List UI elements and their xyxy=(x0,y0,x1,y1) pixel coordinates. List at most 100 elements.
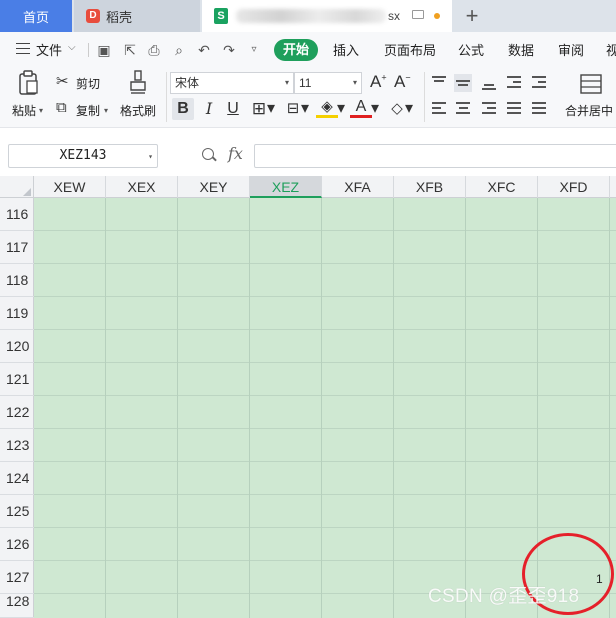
hamburger-menu-icon[interactable] xyxy=(16,43,30,54)
align-bottom-icon[interactable] xyxy=(480,74,498,92)
print-preview-icon[interactable]: ⌕ xyxy=(171,42,187,58)
paste-button[interactable] xyxy=(18,70,40,96)
insert-function-icon[interactable]: fx xyxy=(228,144,243,163)
font-name-select[interactable]: 宋体 ▾ xyxy=(170,72,294,94)
menu-bar: 文件 ⌵ ▣ ⇱ ⎙ ⌕ ↶ ↷ ▿ 开始 插入 页面布局 公式 数据 审阅 视 xyxy=(0,32,616,66)
tab-docer[interactable]: D 稻壳 xyxy=(74,0,200,32)
cell-style-dropdown-icon[interactable]: ▾ xyxy=(300,98,310,120)
row-header-125[interactable]: 125 xyxy=(0,495,34,528)
paste-label[interactable]: 粘贴 xyxy=(12,102,36,119)
row-header-bar: 116 117 118 119 120 121 122 123 124 125 … xyxy=(0,198,34,618)
formula-bar: XEZ143 ▾ fx xyxy=(0,128,616,178)
print-icon[interactable]: ⎙ xyxy=(146,42,162,58)
ribbon-divider xyxy=(424,72,425,122)
font-color-dropdown-icon[interactable]: ▾ xyxy=(370,98,380,120)
borders-dropdown-icon[interactable]: ▾ xyxy=(266,98,276,120)
window-tab-bar: 首页 D 稻壳 S sx + xyxy=(0,0,616,32)
row-header-119[interactable]: 119 xyxy=(0,297,34,330)
undo-icon[interactable]: ↶ xyxy=(196,42,212,58)
tab-formula[interactable]: 公式 xyxy=(458,40,484,59)
zoom-icon[interactable] xyxy=(202,148,214,160)
tab-view[interactable]: 视 xyxy=(606,40,616,59)
decrease-font-size-icon[interactable]: A− xyxy=(394,72,411,92)
merge-cells-icon[interactable] xyxy=(580,74,602,94)
blurred-file-name xyxy=(236,9,386,23)
increase-font-size-icon[interactable]: A+ xyxy=(370,72,387,92)
column-header-xew[interactable]: XEW xyxy=(34,176,106,198)
select-all-corner[interactable] xyxy=(0,176,34,198)
row-header-118[interactable]: 118 xyxy=(0,264,34,297)
row-header-126[interactable]: 126 xyxy=(0,528,34,561)
column-header-xfb[interactable]: XFB xyxy=(394,176,466,198)
row-header-116[interactable]: 116 xyxy=(0,198,34,231)
scissors-icon[interactable]: ✂ xyxy=(56,72,69,90)
fill-color-icon[interactable]: ◈ xyxy=(316,98,338,118)
align-left-icon[interactable] xyxy=(430,100,448,118)
tab-spreadsheet-file[interactable]: S sx xyxy=(202,0,452,32)
row-header-124[interactable]: 124 xyxy=(0,462,34,495)
export-icon[interactable]: ⇱ xyxy=(122,42,138,58)
column-header-xfa[interactable]: XFA xyxy=(322,176,394,198)
format-painter-icon[interactable] xyxy=(128,70,148,96)
clipboard-icon xyxy=(19,70,38,95)
tab-review[interactable]: 审阅 xyxy=(558,40,584,59)
name-box-value: XEZ143 xyxy=(59,148,107,163)
format-painter-button[interactable]: 格式刷 xyxy=(120,102,156,119)
tab-home-label: 首页 xyxy=(22,9,49,25)
align-center-icon[interactable] xyxy=(454,100,472,118)
row-header-121[interactable]: 121 xyxy=(0,363,34,396)
font-size-select[interactable]: 11 ▾ xyxy=(294,72,362,94)
distributed-align-icon[interactable] xyxy=(530,100,548,118)
copy-button[interactable]: 复制 xyxy=(76,102,100,119)
font-color-button[interactable]: A xyxy=(350,98,372,118)
tab-home[interactable]: 首页 xyxy=(0,0,72,32)
name-box[interactable]: XEZ143 ▾ xyxy=(8,144,158,168)
chevron-down-icon: ▾ xyxy=(352,78,357,87)
font-name-value: 宋体 xyxy=(175,76,200,90)
save-icon[interactable]: ▣ xyxy=(96,42,112,58)
file-extension-label: sx xyxy=(388,9,400,23)
menu-file[interactable]: 文件 xyxy=(36,40,62,59)
increase-indent-icon[interactable] xyxy=(530,74,548,92)
cut-button[interactable]: 剪切 xyxy=(76,75,100,92)
merge-center-button[interactable]: 合并居中 xyxy=(565,102,613,119)
column-header-xfc[interactable]: XFC xyxy=(466,176,538,198)
column-header-xez[interactable]: XEZ xyxy=(250,176,322,198)
row-header-123[interactable]: 123 xyxy=(0,429,34,462)
row-header-117[interactable]: 117 xyxy=(0,231,34,264)
align-middle-icon[interactable] xyxy=(454,74,472,92)
column-header-xey[interactable]: XEY xyxy=(178,176,250,198)
plus-icon: + xyxy=(465,3,479,28)
formula-input[interactable] xyxy=(254,144,616,168)
column-header-xfd[interactable]: XFD xyxy=(538,176,610,198)
copy-icon[interactable]: ⧉ xyxy=(56,99,67,116)
align-right-icon[interactable] xyxy=(480,100,498,118)
tab-page-layout[interactable]: 页面布局 xyxy=(384,40,436,59)
new-tab-button[interactable]: + xyxy=(458,0,486,32)
italic-button[interactable]: I xyxy=(198,98,220,120)
row-header-127[interactable]: 127 xyxy=(0,561,34,594)
docer-logo-icon: D xyxy=(86,9,100,23)
tab-data[interactable]: 数据 xyxy=(508,40,534,59)
row-header-128[interactable]: 128 xyxy=(0,594,34,618)
clear-dropdown-icon[interactable]: ▾ xyxy=(404,98,414,120)
row-header-122[interactable]: 122 xyxy=(0,396,34,429)
tab-start[interactable]: 开始 xyxy=(274,39,318,61)
font-size-value: 11 xyxy=(299,76,312,90)
fill-color-dropdown-icon[interactable]: ▾ xyxy=(336,98,346,120)
tab-insert[interactable]: 插入 xyxy=(333,40,359,59)
align-top-icon[interactable] xyxy=(430,74,448,92)
column-header-xex[interactable]: XEX xyxy=(106,176,178,198)
chevron-down-icon: ▾ xyxy=(284,78,289,87)
row-header-120[interactable]: 120 xyxy=(0,330,34,363)
justify-icon[interactable] xyxy=(505,100,523,118)
underline-button[interactable]: U xyxy=(222,98,244,120)
chevron-down-icon[interactable]: ⌵ xyxy=(68,42,76,53)
bold-button[interactable]: B xyxy=(172,98,194,120)
monitor-icon[interactable] xyxy=(412,10,424,19)
redo-icon[interactable]: ↷ xyxy=(221,42,237,58)
decrease-indent-icon[interactable] xyxy=(505,74,523,92)
paste-dropdown-icon[interactable]: ▾ xyxy=(39,106,43,115)
customize-toolbar-icon[interactable]: ▿ xyxy=(246,42,262,58)
copy-dropdown-icon[interactable]: ▾ xyxy=(104,106,108,115)
